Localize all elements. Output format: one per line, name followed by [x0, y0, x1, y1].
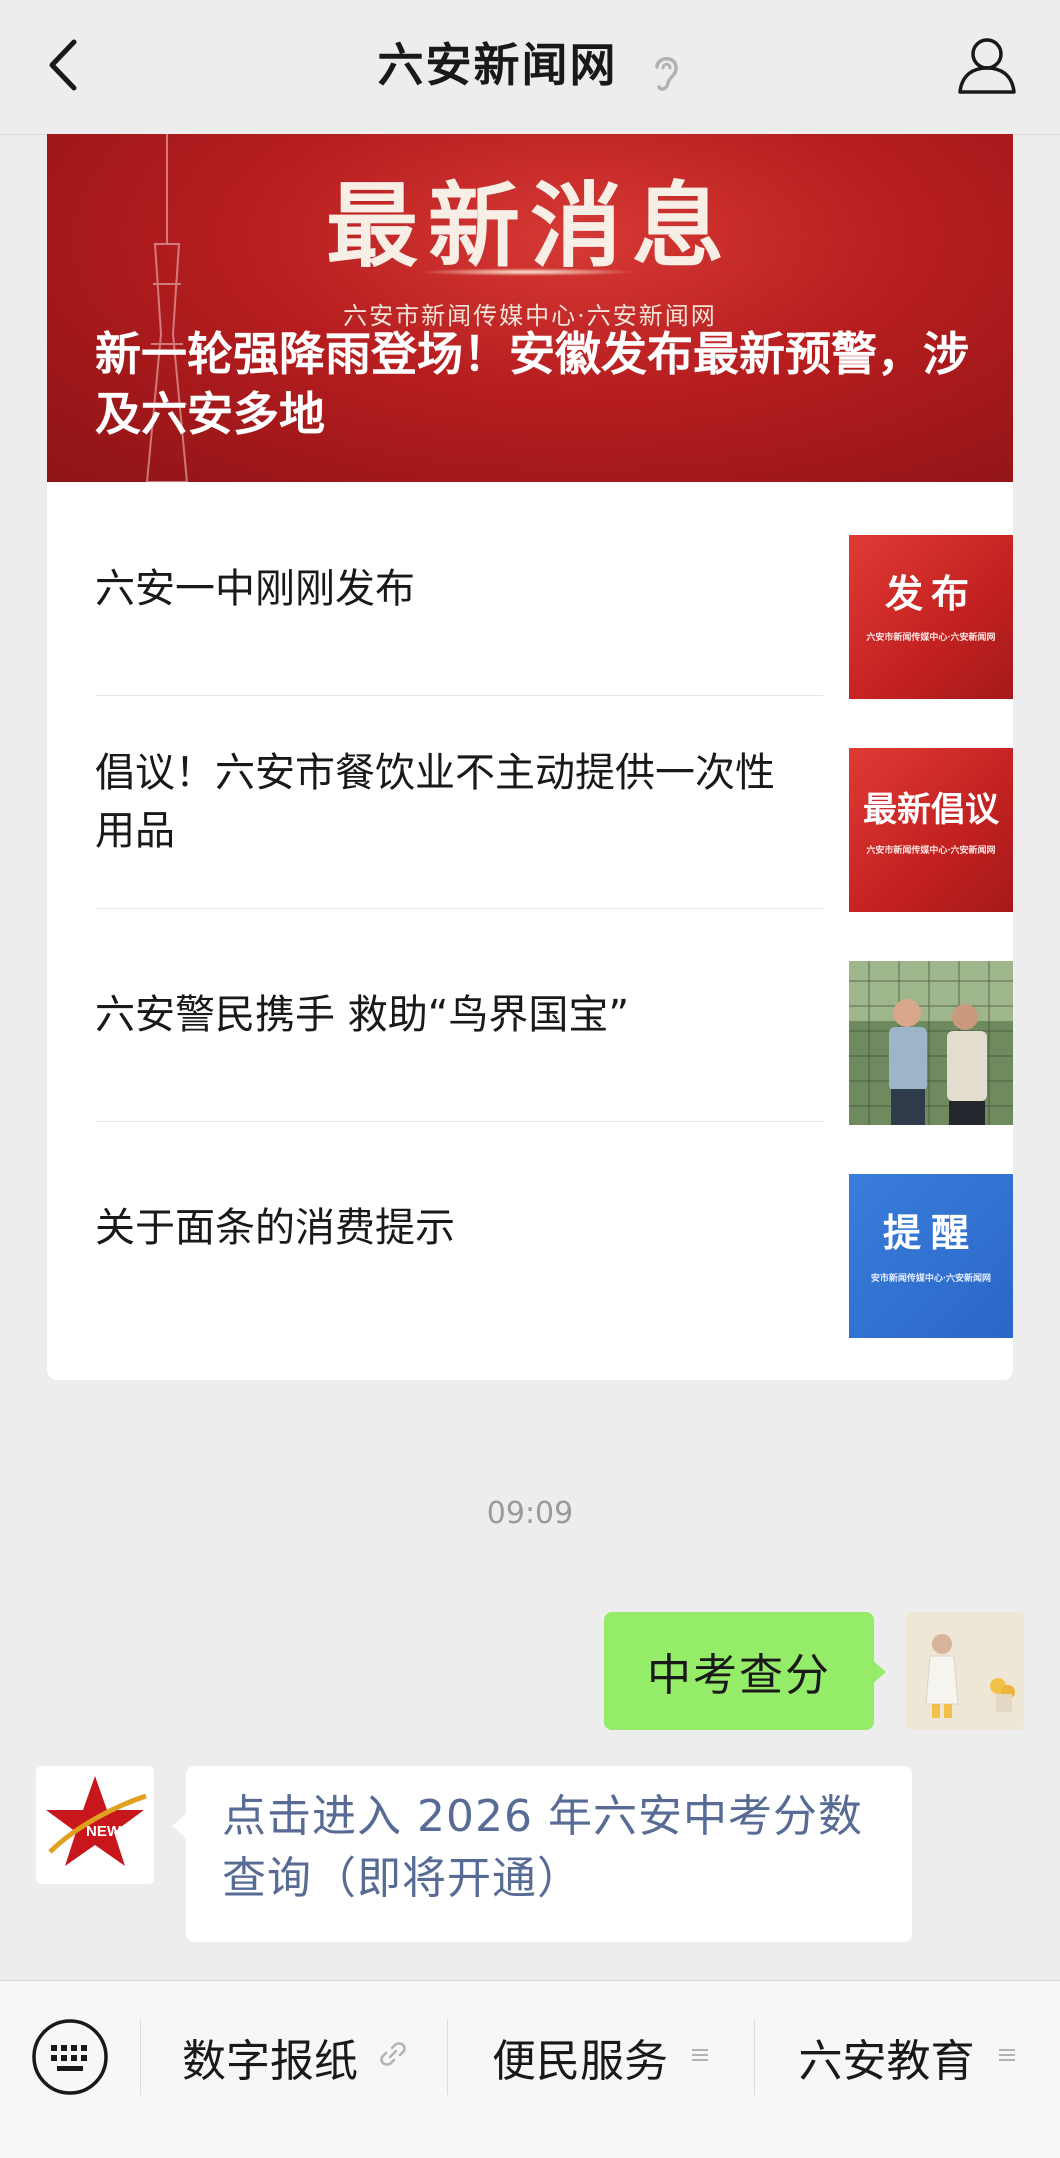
article-photo — [849, 961, 1013, 1125]
top-nav-bar: 六安新闻网 — [0, 0, 1060, 135]
banner-glow — [417, 268, 637, 276]
message-timestamp: 09:09 — [486, 1496, 574, 1531]
menu-lines-icon — [997, 2043, 1017, 2071]
menu-item-label: 六安教育 — [798, 2036, 975, 2087]
person-icon — [958, 38, 1016, 94]
thumbnail-subtext: 安市新闻传媒中心·六安新闻网 — [870, 1274, 992, 1284]
thumbnail-text: 最新倡议 — [863, 790, 999, 830]
menu-lines-icon — [690, 2043, 710, 2071]
menu-item-digital-newspaper[interactable]: 数字报纸 — [141, 2001, 447, 2113]
headline-banner[interactable]: 最新消息 六安市新闻传媒中心·六安新闻网 新一轮强降雨登场！安徽发布最新预警，涉… — [47, 134, 1013, 482]
article-title: 倡议！六安市餐饮业不主动提供一次性用品 — [95, 750, 775, 854]
list-item[interactable]: 关于面条的消费提示 提醒 安市新闻传媒中心·六安新闻网 — [95, 1122, 1013, 1338]
menu-item-label: 数字报纸 — [182, 2036, 358, 2087]
banner-heading: 最新消息 — [325, 172, 734, 280]
thumbnail-text: 提醒 — [882, 1210, 979, 1255]
article-card: 最新消息 六安市新闻传媒中心·六安新闻网 新一轮强降雨登场！安徽发布最新预警，涉… — [47, 134, 1013, 1380]
thumbnail-subtext: 六安市新闻传媒中心·六安新闻网 — [866, 846, 996, 856]
article-title: 关于面条的消费提示 — [95, 1205, 455, 1251]
profile-button[interactable] — [956, 34, 1018, 96]
list-item[interactable]: 六安警民携手 救助“鸟界国宝” — [95, 909, 1013, 1125]
ear-icon — [649, 51, 683, 95]
bottom-menu-bar: 数字报纸 便民服务 六安教育 — [0, 1980, 1060, 2158]
thumbnail-text: 发布 — [884, 571, 977, 616]
svg-text:NEWS: NEWS — [86, 1823, 131, 1840]
article-thumbnail: 发布 六安市新闻传媒中心·六安新闻网 — [849, 535, 1013, 699]
page-title: 六安新闻网 — [377, 38, 618, 92]
user-avatar[interactable] — [906, 1612, 1024, 1730]
menu-item-label: 便民服务 — [492, 2036, 668, 2087]
article-thumbnail: 最新倡议 六安市新闻传媒中心·六安新闻网 — [849, 748, 1013, 912]
headline-title: 新一轮强降雨登场！安徽发布最新预警，涉及六安多地 — [95, 327, 969, 441]
keyboard-toggle-button[interactable] — [30, 2017, 110, 2097]
list-item[interactable]: 六安一中刚刚发布 发布 六安市新闻传媒中心·六安新闻网 — [95, 483, 1013, 699]
bubble-tail — [172, 1814, 186, 1838]
thumbnail-subtext: 六安市新闻传媒中心·六安新闻网 — [866, 633, 996, 643]
link-icon — [380, 2041, 406, 2073]
menu-item-public-services[interactable]: 便民服务 — [448, 2001, 754, 2113]
keyboard-icon — [32, 2019, 108, 2095]
menu-item-education[interactable]: 六安教育 — [755, 2001, 1060, 2113]
article-title: 六安警民携手 救助“鸟界国宝” — [95, 992, 630, 1038]
received-message-link[interactable]: 点击进入 2026 年六安中考分数查询（即将开通） — [186, 1766, 912, 1942]
official-account-avatar[interactable]: NEWS — [36, 1766, 154, 1884]
title-area: 六安新闻网 — [0, 30, 1060, 100]
article-title: 六安一中刚刚发布 — [95, 566, 415, 612]
sent-message-bubble[interactable]: 中考查分 — [604, 1612, 874, 1730]
article-thumbnail: 提醒 安市新闻传媒中心·六安新闻网 — [849, 1174, 1013, 1338]
bubble-tail — [872, 1660, 886, 1684]
list-item[interactable]: 倡议！六安市餐饮业不主动提供一次性用品 最新倡议 六安市新闻传媒中心·六安新闻网 — [95, 696, 1013, 912]
